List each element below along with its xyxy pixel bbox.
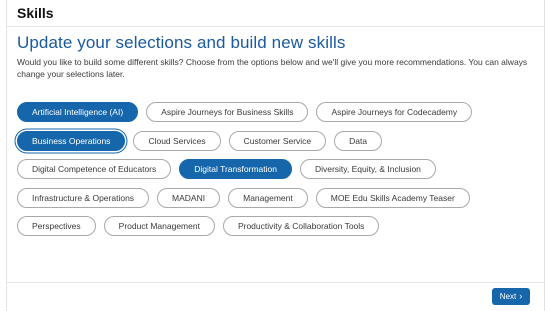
dialog-title: Skills [17,5,54,21]
skill-chip-row: Artificial Intelligence (AI) Aspire Journ… [17,101,542,123]
skill-chip-business-operations[interactable]: Business Operations [17,130,126,151]
skill-chip-productivity-collaboration-tools[interactable]: Productivity & Collaboration Tools [222,216,380,236]
skill-chip-aspire-journeys-for-business-skills[interactable]: Aspire Journeys for Business Skills [146,102,309,122]
skill-chip-management[interactable]: Management [228,187,308,208]
skill-chip-digital-competence-of-educators[interactable]: Digital Competence of Educators [17,159,172,179]
chevron-right-icon: › [519,291,523,301]
skill-chip-perspectives[interactable]: Perspectives [17,216,96,236]
skill-chip-customer-service[interactable]: Customer Service [228,130,327,151]
dialog-content: Update your selections and build new ski… [7,27,544,80]
skill-chip-digital-transformation[interactable]: Digital Transformation [179,159,292,179]
skill-chip-row: Digital Competence of Educators Digital T… [17,158,542,180]
skill-chip-infrastructure-operations[interactable]: Infrastructure & Operations [17,187,150,208]
skill-chip-madani[interactable]: MADANI [157,187,221,208]
skills-dialog: Skills Update your selections and build … [6,0,545,311]
skill-chip-row: Business Operations Cloud Services Custome… [17,130,542,152]
skill-chip-cloud-services[interactable]: Cloud Services [133,130,221,151]
dialog-header: Skills [7,0,544,27]
skill-chip-artificial-intelligence-ai[interactable]: Artificial Intelligence (AI) [17,102,139,122]
skill-chip-data[interactable]: Data [334,130,383,151]
skill-chip-diversity-equity-inclusion[interactable]: Diversity, Equity, & Inclusion [299,159,436,179]
skill-chip-aspire-journeys-for-codecademy[interactable]: Aspire Journeys for Codecademy [316,102,473,122]
next-button-label: Next [499,292,517,301]
skill-chip-row: Perspectives Product Management Productivi… [17,215,542,237]
skill-chip-list: Artificial Intelligence (AI) Aspire Journ… [17,101,542,244]
skill-chip-moe-edu-skills-academy-teaser[interactable]: MOE Edu Skills Academy Teaser [315,187,470,208]
dialog-footer: Next › [7,282,544,311]
page-subtitle: Update your selections and build new ski… [17,33,346,52]
skill-chip-product-management[interactable]: Product Management [103,216,215,236]
page-description: Would you like to build some different s… [17,57,528,79]
skill-chip-row: Infrastructure & Operations MADANI Managem… [17,187,542,209]
next-button[interactable]: Next › [492,288,530,305]
